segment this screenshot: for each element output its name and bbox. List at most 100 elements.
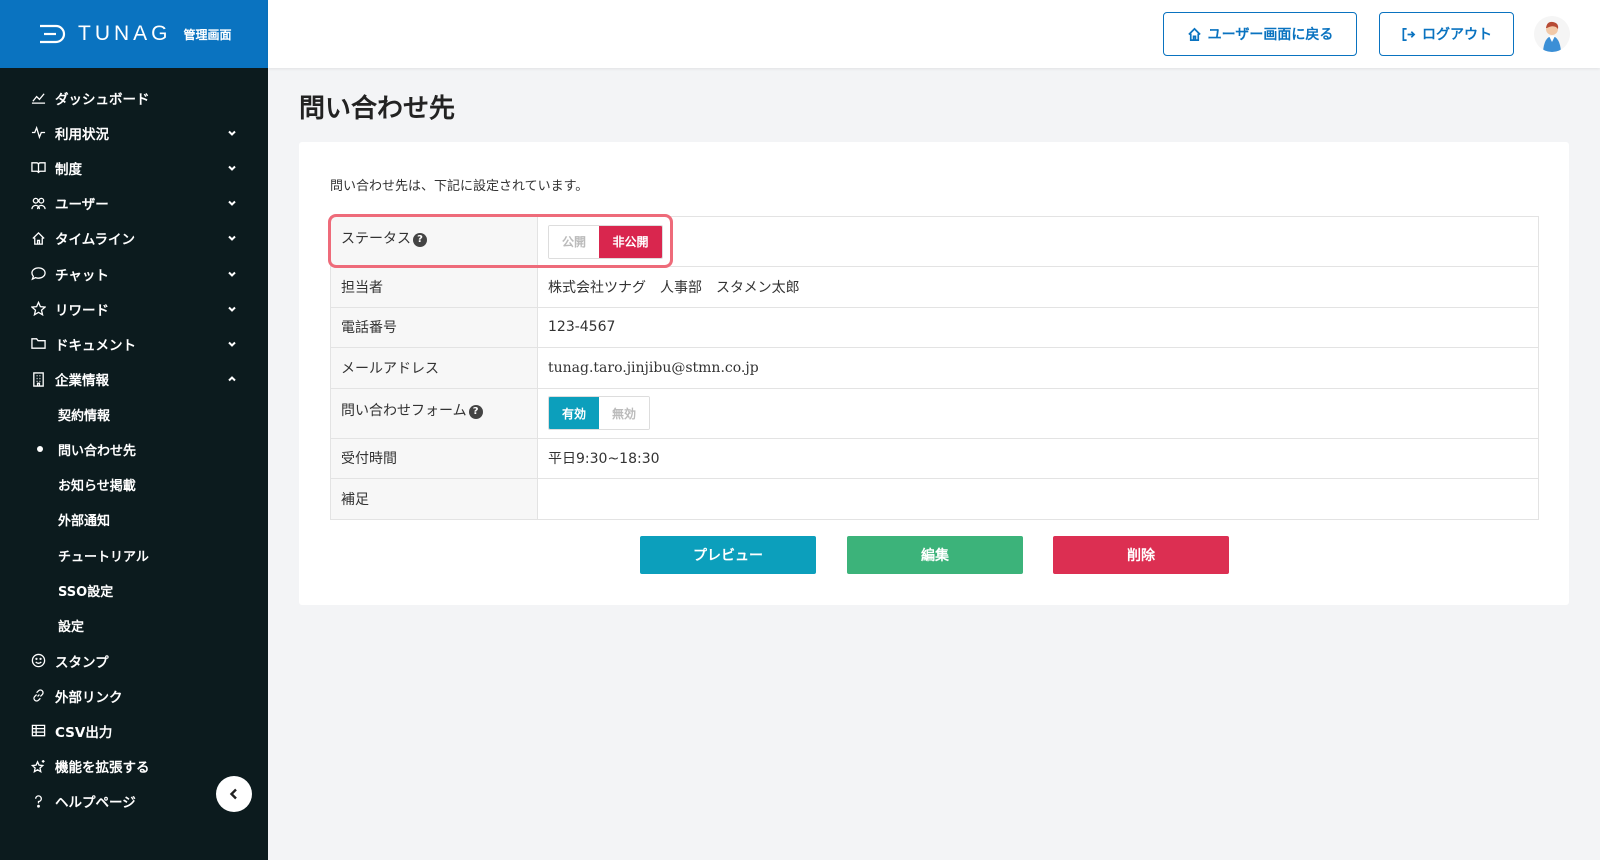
sidebar-item-label: タイムライン bbox=[55, 232, 136, 249]
sidebar-item-label: ユーザー bbox=[55, 197, 109, 214]
back-to-user-screen-button[interactable]: ユーザー画面に戻る bbox=[1163, 12, 1357, 56]
chevron-down-icon bbox=[226, 303, 238, 315]
form-option-disabled[interactable]: 無効 bbox=[599, 397, 649, 429]
status-option-private[interactable]: 非公開 bbox=[599, 225, 662, 258]
row-label-phone: 電話番号 bbox=[330, 306, 538, 348]
sidebar-item-stamp[interactable]: スタンプ bbox=[0, 643, 268, 678]
collapse-sidebar-button[interactable] bbox=[216, 776, 252, 812]
chevron-down-icon bbox=[226, 127, 238, 139]
help-icon[interactable]: ? bbox=[413, 233, 427, 247]
help-icon bbox=[30, 793, 46, 809]
link-icon bbox=[30, 688, 46, 704]
sidebar-item-document[interactable]: ドキュメント bbox=[0, 326, 268, 361]
back-to-user-screen-label: ユーザー画面に戻る bbox=[1207, 27, 1334, 43]
form-toggle[interactable]: 有効 無効 bbox=[548, 396, 650, 430]
users-icon bbox=[30, 195, 46, 211]
sidebar-item-timeline[interactable]: タイムライン bbox=[0, 221, 268, 256]
sidebar-item-company[interactable]: 企業情報 bbox=[0, 362, 268, 397]
top-header: ユーザー画面に戻る ログアウト bbox=[268, 0, 1600, 68]
sidebar-subitem-contact[interactable]: 問い合わせ先 bbox=[0, 432, 268, 467]
status-option-public[interactable]: 公開 bbox=[549, 225, 599, 258]
sidebar-item-dashboard[interactable]: ダッシュボード bbox=[0, 80, 268, 115]
table-row: 補足 bbox=[330, 478, 1539, 520]
table-icon bbox=[30, 723, 46, 739]
row-value-form: 有効 無効 bbox=[537, 387, 1539, 439]
chevron-down-icon bbox=[226, 338, 238, 350]
chevron-down-icon bbox=[226, 162, 238, 174]
status-toggle[interactable]: 公開 非公開 bbox=[548, 224, 663, 259]
intro-text: 問い合わせ先は、下記に設定されています。 bbox=[330, 179, 589, 194]
sidebar-subitem-tutorial[interactable]: チュートリアル bbox=[0, 537, 268, 572]
chevron-left-icon bbox=[229, 788, 237, 800]
form-option-enabled[interactable]: 有効 bbox=[549, 397, 599, 429]
sidebar-item-label: 利用状況 bbox=[55, 126, 109, 143]
sidebar-item-csv[interactable]: CSV出力 bbox=[0, 713, 268, 748]
sidebar-item-usage[interactable]: 利用状況 bbox=[0, 115, 268, 150]
status-label: ステータス bbox=[341, 231, 411, 247]
sidebar-item-label: 制度 bbox=[55, 161, 82, 178]
home-icon bbox=[30, 230, 46, 246]
home-icon bbox=[1187, 27, 1201, 41]
edit-button[interactable]: 編集 bbox=[847, 536, 1023, 574]
sidebar-subitem-settings[interactable]: 設定 bbox=[0, 608, 268, 643]
form-label: 問い合わせフォーム bbox=[341, 402, 467, 419]
book-icon bbox=[30, 160, 46, 176]
preview-button[interactable]: プレビュー bbox=[640, 536, 816, 574]
avatar[interactable] bbox=[1534, 16, 1570, 52]
chevron-down-icon bbox=[226, 197, 238, 209]
sidebar-item-label: CSV出力 bbox=[55, 724, 113, 741]
row-value-email: tunag.taro.jinjibu@stmn.co.jp bbox=[537, 347, 1539, 389]
row-value-status: 公開 非公開 bbox=[537, 216, 1539, 267]
sidebar-subitem-announcement[interactable]: お知らせ掲載 bbox=[0, 467, 268, 502]
tunag-logo-icon bbox=[40, 24, 66, 44]
brand-subtitle: 管理画面 bbox=[183, 27, 232, 42]
row-value-note bbox=[537, 478, 1539, 520]
page-title: 問い合わせ先 bbox=[299, 94, 456, 124]
folder-icon bbox=[30, 336, 46, 352]
table-row: 受付時間 平日9:30~18:30 bbox=[330, 437, 1539, 479]
sidebar-item-label: リワード bbox=[55, 302, 109, 319]
smile-icon bbox=[30, 653, 46, 669]
brand-bar[interactable]: TUNAG 管理画面 bbox=[0, 0, 268, 68]
sidebar-item-label: ヘルプページ bbox=[55, 795, 136, 812]
row-label-person: 担当者 bbox=[330, 266, 538, 308]
logout-icon bbox=[1402, 27, 1416, 41]
sidebar-subitem-contract[interactable]: 契約情報 bbox=[0, 397, 268, 432]
sidebar-subitem-sso[interactable]: SSO設定 bbox=[0, 573, 268, 608]
chart-line-icon bbox=[30, 90, 46, 106]
logout-button[interactable]: ログアウト bbox=[1379, 12, 1514, 56]
star-icon bbox=[30, 301, 46, 317]
chevron-up-icon bbox=[226, 373, 238, 385]
row-value-hours: 平日9:30~18:30 bbox=[537, 437, 1539, 479]
sidebar-item-label: 機能を拡張する bbox=[55, 760, 150, 777]
building-icon bbox=[30, 371, 46, 387]
sidebar-item-label: チャット bbox=[55, 267, 109, 284]
table-row: 電話番号 123-4567 bbox=[330, 306, 1539, 348]
help-icon[interactable]: ? bbox=[468, 404, 483, 419]
table-row: メールアドレス tunag.taro.jinjibu@stmn.co.jp bbox=[330, 347, 1539, 389]
sidebar-nav: ダッシュボード 利用状況 制度 ユーザー タイムライン チャット リワード ドキ… bbox=[0, 68, 268, 819]
delete-button[interactable]: 削除 bbox=[1053, 536, 1229, 574]
sidebar-item-system[interactable]: 制度 bbox=[0, 150, 268, 185]
sidebar-item-label: ドキュメント bbox=[55, 337, 136, 354]
chevron-down-icon bbox=[226, 232, 238, 244]
sidebar-item-chat[interactable]: チャット bbox=[0, 256, 268, 291]
logout-label: ログアウト bbox=[1422, 27, 1492, 43]
chevron-down-icon bbox=[226, 268, 238, 280]
row-label-form: 問い合わせフォーム? bbox=[330, 387, 538, 439]
sidebar-subitem-external-notification[interactable]: 外部通知 bbox=[0, 502, 268, 537]
row-value-person: 株式会社ツナグ 人事部 スタメン太郎 bbox=[537, 266, 1539, 308]
table-row: ステータス? 公開 非公開 bbox=[330, 216, 1539, 267]
table-row: 担当者 株式会社ツナグ 人事部 スタメン太郎 bbox=[330, 266, 1539, 308]
row-label-note: 補足 bbox=[330, 478, 538, 520]
sidebar-item-reward[interactable]: リワード bbox=[0, 291, 268, 326]
sidebar: TUNAG 管理画面 ダッシュボード 利用状況 制度 ユーザー タイムライン チ… bbox=[0, 0, 268, 860]
sidebar-item-external-link[interactable]: 外部リンク bbox=[0, 678, 268, 713]
activity-icon bbox=[30, 125, 46, 141]
star-plus-icon bbox=[30, 758, 46, 774]
chat-icon bbox=[30, 266, 46, 282]
contact-info-table: ステータス? 公開 非公開 担当者 株式会社ツナグ 人事部 スタメン太郎 電話番… bbox=[330, 216, 1539, 520]
sidebar-item-label: 外部リンク bbox=[55, 689, 123, 706]
row-value-phone: 123-4567 bbox=[537, 306, 1539, 348]
sidebar-item-users[interactable]: ユーザー bbox=[0, 186, 268, 221]
